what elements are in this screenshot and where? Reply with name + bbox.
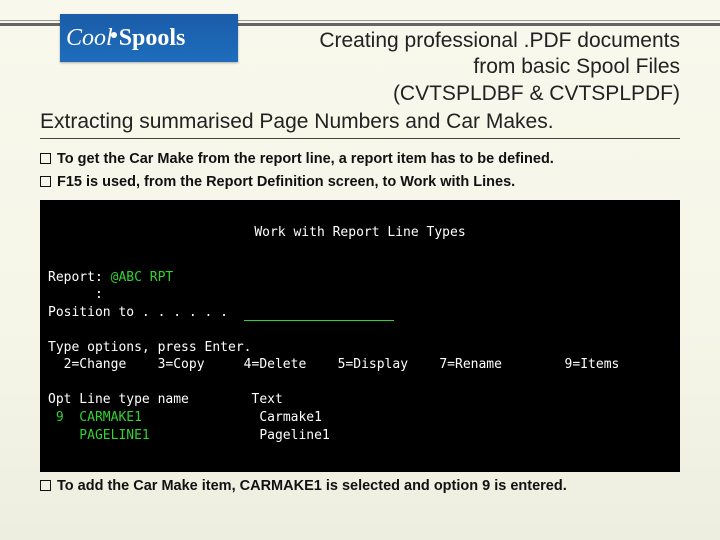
row2-opt xyxy=(48,428,64,443)
report-value: @ABC RPT xyxy=(111,270,174,285)
column-headers: Opt Line type name Text xyxy=(48,392,283,407)
report-label: Report: xyxy=(48,270,103,285)
bullet-1-text: To get the Car Make from the report line… xyxy=(57,151,554,167)
checkbox-icon xyxy=(40,153,51,164)
slide-title: Creating professional .PDF documents fro… xyxy=(40,28,680,107)
row1-name: CARMAKE1 xyxy=(64,410,142,425)
position-label: Position to . . . . . . xyxy=(48,305,228,320)
options-line: 2=Change 3=Copy 4=Delete 5=Display 7=Ren… xyxy=(48,357,619,372)
bullet-2: F15 is used, from the Report Definition … xyxy=(40,171,680,194)
title-line-2: from basic Spool Files xyxy=(40,54,680,80)
row2-name: PAGELINE1 xyxy=(64,428,150,443)
colon-line: : xyxy=(48,287,103,302)
terminal-title: Work with Report Line Types xyxy=(48,224,672,242)
footer-text: To add the Car Make item, CARMAKE1 is se… xyxy=(57,478,567,494)
footer-bullet: To add the Car Make item, CARMAKE1 is se… xyxy=(40,478,680,494)
checkbox-icon xyxy=(40,480,51,491)
bullet-1: To get the Car Make from the report line… xyxy=(40,148,680,171)
row2-text: Pageline1 xyxy=(259,428,329,443)
checkbox-icon xyxy=(40,176,51,187)
section-heading: Extracting summarised Page Numbers and C… xyxy=(40,110,680,134)
row1-text: Carmake1 xyxy=(259,410,322,425)
bullet-2-text: F15 is used, from the Report Definition … xyxy=(57,174,515,190)
title-line-3: (CVTSPLDBF & CVTSPLPDF) xyxy=(40,81,680,107)
row1-opt: 9 xyxy=(48,410,64,425)
instruction-line: Type options, press Enter. xyxy=(48,340,252,355)
heading-underline xyxy=(40,138,680,139)
position-input-underline xyxy=(244,308,394,321)
terminal-screenshot: Work with Report Line Types Report: @ABC… xyxy=(40,200,680,472)
bullet-list: To get the Car Make from the report line… xyxy=(40,148,680,194)
title-line-1: Creating professional .PDF documents xyxy=(40,28,680,54)
